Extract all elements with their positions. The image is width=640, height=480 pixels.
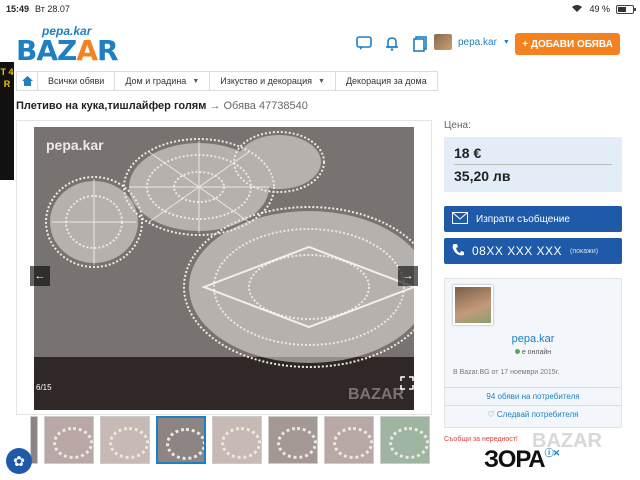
envelope-icon [452, 211, 468, 227]
breadcrumb-item[interactable]: Дом и градина ▼ [115, 71, 211, 91]
heart-icon: ♡ [487, 410, 497, 419]
title-arrow: → [209, 100, 221, 112]
show-phone-button[interactable]: 08XX XXX XXX (покажи) [444, 238, 622, 264]
seller-ads-link[interactable]: 94 обяви на потребителя [445, 387, 621, 401]
listing-id: Обява 47738540 [223, 100, 308, 112]
home-icon[interactable] [16, 71, 38, 91]
username: pepa.kar [458, 36, 497, 48]
price-bgn: 35,20 лв [454, 168, 511, 184]
show-phone-link[interactable]: (покажи) [570, 248, 598, 255]
avatar [434, 34, 452, 50]
page-title: Плетиво на кука,тишлайфер голям → Обява … [16, 100, 308, 112]
online-dot-icon [514, 349, 520, 354]
seller-card: pepa.kar е онлайн В Bazar.BG от 17 ноемв… [444, 278, 622, 428]
cookie-icon[interactable]: ✿ [6, 448, 32, 474]
send-message-label: Изпрати съобщение [476, 213, 570, 225]
chevron-down-icon: ▼ [502, 38, 510, 46]
price-label: Цена: [444, 120, 471, 131]
breadcrumb-item[interactable]: Изкуство и декорация ▼ [210, 71, 336, 91]
site-header: pepa.kar BAZAR pepa.kar ▼ + ДОБАВИ ОБЯВА [0, 18, 640, 68]
bell-icon[interactable] [383, 34, 401, 52]
listing-photo[interactable]: pepa.kar BAZAR 6/15 [34, 127, 414, 410]
breadcrumb-item[interactable]: Декорация за дома [335, 71, 438, 91]
battery-label: 49 % [589, 4, 610, 14]
thumbnail[interactable] [100, 416, 150, 464]
bazar-logo[interactable]: pepa.kar BAZAR [16, 24, 126, 67]
price-eur: 18 € [454, 145, 612, 165]
status-time: 15:49 [6, 4, 30, 14]
status-date: Вт 28.07 [35, 4, 70, 14]
logo-text: BAZAR [16, 34, 119, 67]
documents-icon[interactable] [411, 34, 429, 52]
side-ad-banner[interactable]: T 4 R [0, 62, 14, 180]
thumbnail[interactable] [268, 416, 318, 464]
thumbnail[interactable] [212, 416, 262, 464]
breadcrumb: Всички обяви Дом и градина ▼ Изкуство и д… [16, 71, 438, 91]
price-box: 18 € 35,20 лв [444, 137, 622, 192]
next-photo-button[interactable]: → [398, 266, 418, 286]
seller-name[interactable]: pepa.kar [445, 333, 621, 345]
battery-icon [616, 4, 636, 14]
ad-close-icon[interactable]: ⓘ✕ [545, 448, 561, 458]
send-message-button[interactable]: Изпрати съобщение [444, 206, 622, 232]
seller-since: В Bazar.BG от 17 ноември 2015г. [453, 369, 560, 376]
user-menu[interactable]: pepa.kar ▼ [434, 34, 510, 50]
prev-photo-button[interactable]: ← [30, 266, 50, 286]
breadcrumb-item[interactable]: Всички обяви [38, 71, 116, 91]
thumbnail-active[interactable] [156, 416, 206, 464]
chevron-down-icon: ▼ [318, 77, 325, 85]
thumbnail-strip [30, 416, 430, 464]
wifi-icon [571, 4, 583, 15]
status-bar: 15:49 Вт 28.07 49 % [0, 0, 640, 18]
seller-status: е онлайн [445, 349, 621, 356]
site-watermark: BAZAR [348, 386, 404, 403]
thumbnail[interactable] [324, 416, 374, 464]
chat-icon[interactable] [355, 34, 373, 52]
follow-user-button[interactable]: ♡ Следвай потребителя [445, 405, 621, 419]
fullscreen-icon[interactable] [400, 376, 414, 390]
seller-avatar[interactable] [453, 285, 493, 325]
chevron-down-icon: ▼ [192, 77, 200, 85]
report-link[interactable]: Съобщи за нередност! [444, 436, 518, 443]
photo-watermark: pepa.kar [46, 137, 104, 153]
photo-counter: 6/15 [36, 383, 52, 392]
thumbnail[interactable] [44, 416, 94, 464]
phone-number: 08XX XXX XXX [472, 244, 563, 258]
add-listing-button[interactable]: + ДОБАВИ ОБЯВА [515, 33, 620, 55]
listing-sidebar: Цена: 18 € 35,20 лв Изпрати съобщение 08… [444, 120, 622, 428]
thumbnail[interactable] [380, 416, 430, 464]
phone-icon [452, 243, 464, 260]
listing-title: Плетиво на кука,тишлайфер голям [16, 100, 207, 112]
advert-banner[interactable]: ЗОРАⓘ✕ [484, 446, 561, 474]
